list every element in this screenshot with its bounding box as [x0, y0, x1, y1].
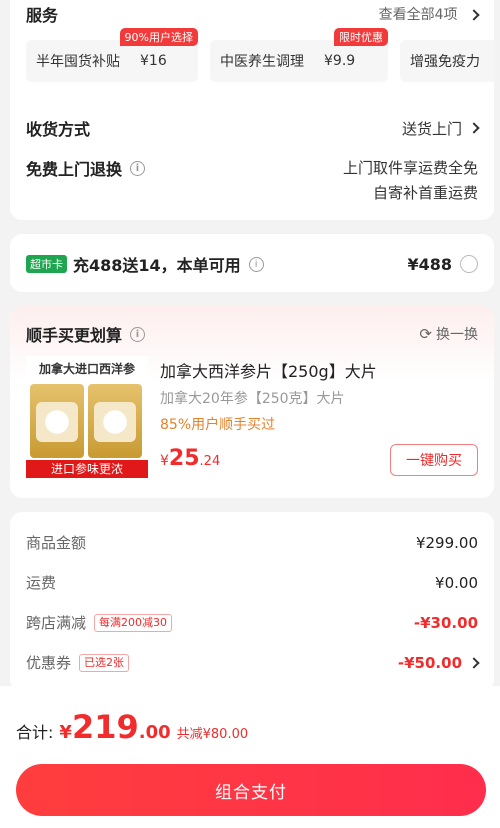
refresh-icon: ⟳ — [419, 325, 432, 343]
product-name[interactable]: 加拿大西洋参片【250g】大片 — [160, 358, 377, 382]
service-name: 半年囤货补贴 — [36, 54, 120, 70]
total-decimal: .00 — [138, 722, 171, 743]
jar-illustration — [88, 384, 142, 458]
returns-label-group: 免费上门退换 i — [26, 156, 146, 180]
info-icon[interactable]: i — [130, 326, 146, 342]
delivery-label: 收货方式 — [26, 120, 91, 139]
services-view-all[interactable]: 查看全部4项 — [379, 4, 480, 24]
buy-now-button[interactable]: 一键购买 — [390, 444, 478, 476]
service-name: 中医养生调理 — [220, 54, 304, 70]
summary-row-shipping: 运费 ¥0.00 — [26, 573, 478, 593]
supermarket-card[interactable]: 超市卡 充488送14，本单可用 i ¥488 — [10, 234, 494, 292]
total-symbol: ¥ — [59, 722, 72, 743]
product-price: ¥ 25 .24 — [160, 446, 221, 471]
coupon-label-group: 优惠券 已选2张 — [26, 652, 130, 673]
product-image-caption: 加拿大进口西洋参 — [38, 362, 135, 376]
discount-tag: 每满200减30 — [94, 613, 173, 632]
supermarket-price-group: ¥488 — [407, 255, 478, 274]
product-stat: 85%用户顺手买过 — [160, 417, 276, 433]
services-title: 服务 — [26, 6, 59, 25]
chevron-right-icon — [468, 122, 480, 134]
bundle-title-group: 顺手买更划算 i — [26, 322, 146, 346]
service-badge: 限时优惠 — [334, 28, 388, 46]
services-card: 服务 查看全部4项 半年囤货补贴 ¥16 90%用户选择 中医养生调理 ¥9.9… — [10, 0, 494, 220]
supermarket-offer: 超市卡 充488送14，本单可用 i — [26, 252, 264, 276]
product-image-banner: 进口参味更浓 — [26, 460, 148, 478]
supermarket-radio[interactable] — [460, 255, 478, 273]
summary-row-store-discount: 跨店满减 每满200减30 -¥30.00 — [26, 612, 478, 633]
total-saved: 共减¥80.00 — [176, 727, 249, 742]
total-amount: 219 — [71, 708, 139, 746]
delivery-method-selector[interactable]: 送货上门 — [402, 118, 480, 139]
total-label: 合计: — [16, 723, 54, 742]
service-option-3[interactable]: 增强免疫力 — [400, 40, 494, 82]
service-option-2[interactable]: 中医养生调理 ¥9.9 限时优惠 — [210, 28, 388, 82]
coupon-tag: 已选2张 — [79, 653, 130, 672]
total-line: 合计: ¥ 219 .00 共减¥80.00 — [16, 708, 248, 746]
checkout-bar: 合计: ¥ 219 .00 共减¥80.00 组合支付 — [0, 686, 500, 828]
service-price: ¥16 — [140, 53, 167, 69]
info-icon[interactable]: i — [248, 256, 264, 272]
product-subtitle: 加拿大20年参【250克】大片 — [160, 391, 345, 407]
returns-detail: 上门取件享运费全免 自寄补首重运费 — [342, 159, 478, 202]
service-price: ¥9.9 — [324, 53, 356, 69]
product-image[interactable]: 加拿大进口西洋参 进口参味更浓 — [26, 356, 148, 478]
store-discount-label-group: 跨店满减 每满200减30 — [26, 612, 173, 633]
chevron-right-icon — [468, 656, 480, 669]
pay-button[interactable]: 组合支付 — [16, 764, 486, 816]
summary-row-goods: 商品金额 ¥299.00 — [26, 533, 478, 553]
chevron-right-icon — [468, 9, 480, 21]
summary-row-coupon[interactable]: 优惠券 已选2张 -¥50.00 — [26, 652, 480, 673]
service-option-1[interactable]: 半年囤货补贴 ¥16 90%用户选择 — [26, 28, 198, 82]
service-name: 增强免疫力 — [410, 54, 480, 70]
refresh-button[interactable]: ⟳ 换一换 — [419, 324, 478, 344]
service-badge: 90%用户选择 — [119, 28, 198, 46]
supermarket-card-badge: 超市卡 — [26, 255, 67, 273]
info-icon[interactable]: i — [130, 160, 146, 176]
summary-card: 商品金额 ¥299.00 运费 ¥0.00 跨店满减 每满200减30 -¥30… — [10, 512, 494, 692]
coupon-value-group: -¥50.00 — [398, 654, 480, 672]
bundle-card: 顺手买更划算 i ⟳ 换一换 加拿大进口西洋参 进口参味更浓 加拿大西洋参片【2… — [10, 306, 494, 498]
jar-illustration — [30, 384, 84, 458]
